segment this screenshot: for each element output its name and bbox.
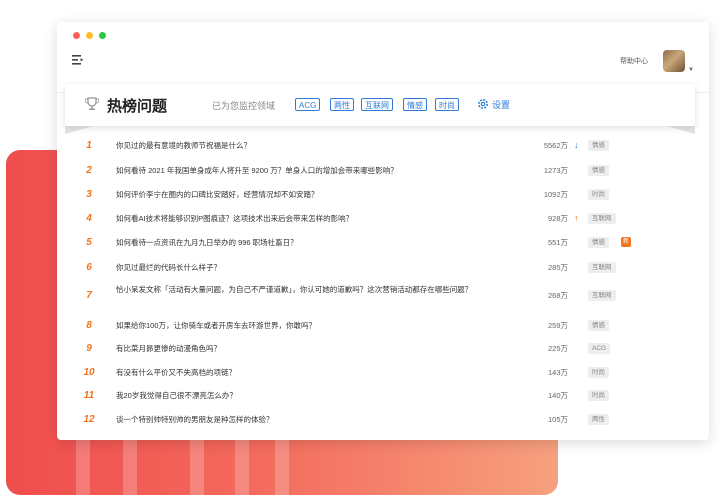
category-tag[interactable]: 情感: [588, 140, 609, 151]
rank-number: 10: [83, 367, 95, 378]
category-tag[interactable]: 情感: [588, 320, 609, 331]
question-link[interactable]: 有没有什么平价又不失高档的项链？: [116, 367, 501, 378]
rank-number: 7: [86, 290, 92, 301]
tag-internet[interactable]: 互联网: [361, 98, 393, 111]
monitor-label: 已为您监控领域: [212, 101, 276, 111]
question-link[interactable]: 如何看待 2021 年我国单身成年人将升至 9200 万？单身人口的增加会带来哪…: [116, 165, 501, 176]
category-tag[interactable]: 情感: [588, 237, 609, 248]
rank-number: 2: [86, 165, 92, 176]
hot-list-header: 热榜问题 已为您监控领域 ACG 两性 互联网 情感 时尚 设置: [65, 84, 695, 126]
tag-acg[interactable]: ACG: [295, 98, 321, 111]
header-fold: [667, 126, 695, 134]
question-link[interactable]: 如何评价李宁在圈内的口碑比安踏好，经营情况却不如安踏？: [116, 189, 501, 200]
rank-number: 8: [86, 320, 92, 331]
question-link[interactable]: 有比菜月昴更惨的动漫角色吗？: [116, 343, 501, 354]
category-tag[interactable]: 互联网: [588, 213, 616, 224]
trophy-icon: [85, 97, 99, 110]
header-fold: [65, 126, 93, 134]
category-tag[interactable]: ACG: [588, 343, 611, 354]
settings-link[interactable]: 设置: [492, 98, 510, 111]
rank-number: 9: [86, 343, 92, 354]
chevron-down-icon[interactable]: ▼: [688, 67, 694, 73]
tag-gender[interactable]: 两性: [330, 98, 354, 111]
rank-number: 5: [86, 237, 92, 248]
heat-value: 551万: [547, 238, 568, 247]
background-stripe: [275, 440, 289, 495]
window-titlebar: [57, 22, 709, 46]
help-center-link[interactable]: 帮助中心: [620, 56, 648, 66]
heat-value: 285万: [547, 263, 568, 272]
question-link[interactable]: 你见过的最有意境的教师节祝福是什么？: [116, 140, 501, 151]
category-tag[interactable]: 时尚: [588, 390, 609, 401]
rank-number: 6: [86, 262, 92, 273]
avatar[interactable]: [663, 50, 685, 72]
heat-value: 105万: [547, 415, 568, 424]
category-tag[interactable]: 互联网: [588, 262, 616, 273]
heat-value: 1273万: [543, 166, 568, 175]
question-link[interactable]: 如何看AI技术将能够识别P图痕迹？这项技术出来后会带来怎样的影响？: [116, 213, 501, 224]
rank-number: 4: [86, 213, 92, 224]
heat-value: 259万: [547, 321, 568, 330]
background-stripe: [190, 440, 204, 495]
maximize-window-button[interactable]: [99, 32, 106, 39]
new-badge: 新: [621, 237, 631, 247]
app-window: 帮助中心 ▼ 热榜问题 已为您监控领域 ACG 两性 互联网 情感 时尚 设置 …: [57, 22, 709, 440]
minimize-window-button[interactable]: [86, 32, 93, 39]
gear-icon[interactable]: [477, 98, 489, 110]
heat-value: 143万: [547, 368, 568, 377]
rank-number: 11: [83, 390, 95, 401]
category-tag[interactable]: 时尚: [588, 189, 609, 200]
heat-value: 140万: [547, 391, 568, 400]
menu-icon[interactable]: [72, 55, 84, 65]
background-stripe: [123, 440, 137, 495]
question-link[interactable]: 我20岁我觉得自己很不漂亮怎么办？: [116, 390, 501, 401]
heat-value: 225万: [547, 344, 568, 353]
rank-number: 3: [86, 189, 92, 200]
page-title: 热榜问题: [107, 98, 168, 115]
heat-value: 1092万: [543, 190, 568, 199]
tag-emotion[interactable]: 情感: [403, 98, 427, 111]
category-tag[interactable]: 两性: [588, 414, 609, 425]
category-tag[interactable]: 时尚: [588, 367, 609, 378]
background-stripe: [76, 440, 90, 495]
question-link[interactable]: 谈一个特别帅特别帅的男朋友是种怎样的体验？: [116, 414, 501, 425]
heat-value: 928万: [547, 214, 568, 223]
background-stripe: [235, 440, 249, 495]
question-link[interactable]: 如果给你100万，让你骑车或者开房车去环游世界，你敢吗？: [116, 320, 501, 331]
arrow-up-icon: ↑: [574, 213, 579, 223]
category-tag[interactable]: 情感: [588, 165, 609, 176]
question-link[interactable]: 如何看待一点资讯在九月九日举办的 996 职场社畜日？: [116, 237, 501, 248]
rank-number: 12: [83, 414, 95, 425]
heat-value: 5562万: [543, 141, 568, 150]
heat-value: 268万: [547, 291, 568, 300]
close-window-button[interactable]: [73, 32, 80, 39]
rank-number: 1: [86, 140, 92, 151]
question-link[interactable]: 你见过最烂的代码长什么样子？: [116, 262, 501, 273]
category-tag[interactable]: 互联网: [588, 290, 616, 301]
tag-fashion[interactable]: 时尚: [435, 98, 459, 111]
arrow-down-icon: ↓: [574, 140, 579, 150]
question-link[interactable]: 恰小呆发文称「活动有大量问题，为自己不严谨道歉」，你认可她的道歉吗？这次营销活动…: [116, 284, 501, 295]
